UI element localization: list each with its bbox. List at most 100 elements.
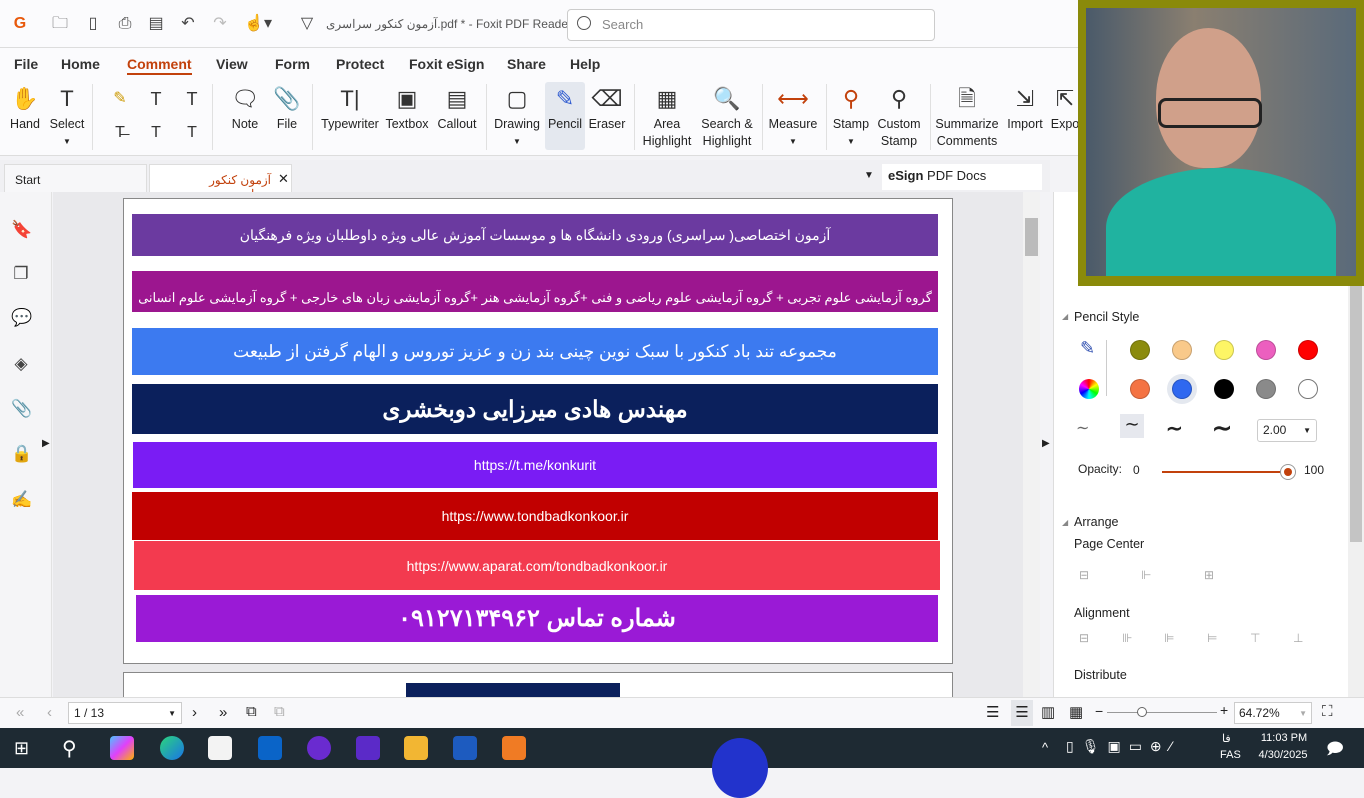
- prev-page-icon[interactable]: ‹: [47, 704, 52, 721]
- measure-button[interactable]: ⟷ Measure ▼: [766, 82, 820, 150]
- typewriter-button[interactable]: T| Typewriter: [320, 82, 380, 133]
- menu-home[interactable]: Home: [61, 56, 100, 72]
- hand-button[interactable]: ✋ Hand: [6, 82, 44, 133]
- windows-start-icon[interactable]: ⊞: [14, 738, 29, 759]
- center-both-icon[interactable]: ⊞: [1204, 568, 1214, 582]
- hand-mode-icon[interactable]: ☝▾: [243, 14, 273, 34]
- bookmark-icon[interactable]: 🔖: [11, 220, 32, 240]
- clock-date[interactable]: 4/30/2025: [1253, 749, 1313, 761]
- align-left-icon[interactable]: ⊫: [1164, 631, 1174, 645]
- menu-form[interactable]: Form: [275, 56, 310, 72]
- next-view-icon[interactable]: ⧉: [274, 703, 285, 720]
- thickness-thickest-icon[interactable]: ∼: [1212, 414, 1232, 443]
- align-bottom-icon[interactable]: ⊥: [1293, 631, 1303, 645]
- thickness-thin-icon[interactable]: ∼: [1076, 418, 1089, 438]
- system-tray-icons[interactable]: ▯🎙▣▭⊕⁄: [1066, 738, 1180, 755]
- foxit-taskbar-icon[interactable]: [502, 736, 526, 760]
- tab-document[interactable]: آزمون کنکور سراسری ....: [149, 164, 292, 201]
- file-explorer-icon[interactable]: [404, 736, 428, 760]
- thickness-select[interactable]: 2.00 ▼: [1257, 419, 1317, 442]
- underline-text-button[interactable]: TT: [180, 82, 204, 150]
- continuous-page-icon[interactable]: ☰: [1011, 700, 1033, 726]
- thickness-medium-icon[interactable]: ∼: [1120, 414, 1144, 438]
- banner-aparat-link[interactable]: https://www.aparat.com/tondbadkonkoor.ir: [134, 541, 940, 590]
- menu-share[interactable]: Share: [507, 56, 546, 72]
- zoom-level-input[interactable]: 64.72% ▼: [1234, 702, 1312, 724]
- open-icon[interactable]: 🗀: [50, 14, 70, 34]
- redo-icon[interactable]: ↷: [210, 14, 230, 34]
- import-button[interactable]: ⇲ Import: [1004, 82, 1046, 133]
- expand-panel-icon[interactable]: ▶: [1042, 438, 1050, 449]
- textbox-button[interactable]: ▣ Textbox: [384, 82, 430, 133]
- align-middle-icon[interactable]: ⊪: [1122, 631, 1132, 645]
- color-swatch[interactable]: [1214, 340, 1234, 360]
- save-icon[interactable]: ▯: [83, 14, 103, 34]
- tab-list-dropdown[interactable]: ▼: [864, 170, 874, 181]
- shield-app-icon[interactable]: [356, 736, 380, 760]
- center-vertical-icon[interactable]: ⊩: [1141, 568, 1151, 582]
- opacity-slider-handle[interactable]: [1280, 464, 1296, 480]
- next-page-icon[interactable]: ›: [192, 704, 197, 721]
- previous-view-icon[interactable]: ⧉: [246, 703, 257, 720]
- print-icon[interactable]: ⎙: [115, 14, 135, 34]
- show-hidden-icons[interactable]: ^: [1042, 740, 1048, 755]
- file-attach-button[interactable]: 📎 File: [272, 82, 302, 133]
- esign-promo[interactable]: eSign PDF Docs: [882, 164, 1042, 190]
- zoom-in-icon[interactable]: +: [1220, 702, 1228, 718]
- outlook-icon[interactable]: [258, 736, 282, 760]
- page-number-input[interactable]: 1 / 13 ▼: [68, 702, 182, 724]
- align-top-icon[interactable]: ⊤: [1250, 631, 1260, 645]
- document-scrollbar[interactable]: [1023, 192, 1040, 697]
- eraser-button[interactable]: ⌫ Eraser: [588, 82, 626, 133]
- summarize-comments-button[interactable]: 🗎 Summarize Comments: [934, 82, 1000, 150]
- color-swatch[interactable]: [1130, 379, 1150, 399]
- single-page-icon[interactable]: ☰: [986, 703, 999, 721]
- menu-comment[interactable]: Comment: [127, 56, 192, 75]
- search-highlight-button[interactable]: 🔍 Search & Highlight: [698, 82, 756, 150]
- align-center-icon[interactable]: ⊟: [1079, 631, 1089, 645]
- fullscreen-icon[interactable]: ⛶: [1322, 703, 1333, 720]
- menu-file[interactable]: File: [14, 56, 38, 72]
- opacity-slider[interactable]: [1162, 471, 1288, 473]
- custom-stamp-button[interactable]: ⚲ Custom Stamp: [874, 82, 924, 150]
- color-swatch[interactable]: [1256, 340, 1276, 360]
- store-icon[interactable]: [208, 736, 232, 760]
- continuous-facing-icon[interactable]: ▦: [1069, 703, 1083, 721]
- menu-protect[interactable]: Protect: [336, 56, 384, 72]
- facing-page-icon[interactable]: ▥: [1041, 703, 1055, 721]
- copilot-icon[interactable]: [110, 736, 134, 760]
- menu-view[interactable]: View: [216, 56, 248, 72]
- thickness-thick-icon[interactable]: ∼: [1166, 416, 1183, 441]
- customize-icon[interactable]: ▽: [297, 14, 317, 34]
- signature-icon[interactable]: ✍: [11, 490, 32, 510]
- app-icon[interactable]: [307, 736, 331, 760]
- comments-icon[interactable]: 💬: [11, 308, 32, 328]
- close-tab-icon[interactable]: ✕: [278, 171, 289, 187]
- zoom-out-icon[interactable]: −: [1095, 703, 1103, 719]
- last-page-icon[interactable]: »: [219, 704, 227, 721]
- center-horizontal-icon[interactable]: ⊟: [1079, 568, 1089, 582]
- area-highlight-button[interactable]: ▦ Area Highlight: [640, 82, 694, 150]
- select-button[interactable]: T Select ▼: [48, 82, 86, 150]
- align-right-icon[interactable]: ⊨: [1207, 631, 1217, 645]
- highlight-button[interactable]: ✎ T̶: [108, 82, 132, 150]
- callout-button[interactable]: ▤ Callout: [434, 82, 480, 133]
- expand-sidebar-icon[interactable]: ▶: [42, 438, 50, 449]
- color-swatch[interactable]: [1214, 379, 1234, 399]
- banner-website-link[interactable]: https://www.tondbadkonkoor.ir: [132, 492, 938, 540]
- color-swatch[interactable]: [1298, 379, 1318, 399]
- color-swatch[interactable]: [1172, 340, 1192, 360]
- color-swatch[interactable]: [1172, 379, 1192, 399]
- menu-help[interactable]: Help: [570, 56, 600, 72]
- notifications-icon[interactable]: 🗩: [1326, 738, 1344, 765]
- language-code[interactable]: FAS: [1220, 749, 1241, 761]
- word-icon[interactable]: [453, 736, 477, 760]
- stamp-button[interactable]: ⚲ Stamp ▼: [830, 82, 872, 150]
- color-swatch[interactable]: [1256, 379, 1276, 399]
- pencil-button[interactable]: ✎ Pencil: [545, 82, 585, 150]
- edge-icon[interactable]: [160, 736, 184, 760]
- security-icon[interactable]: 🔒: [11, 444, 32, 464]
- color-swatch[interactable]: [1130, 340, 1150, 360]
- underline-button[interactable]: TT: [144, 82, 168, 150]
- export-button[interactable]: ⇱ Expo: [1050, 82, 1080, 133]
